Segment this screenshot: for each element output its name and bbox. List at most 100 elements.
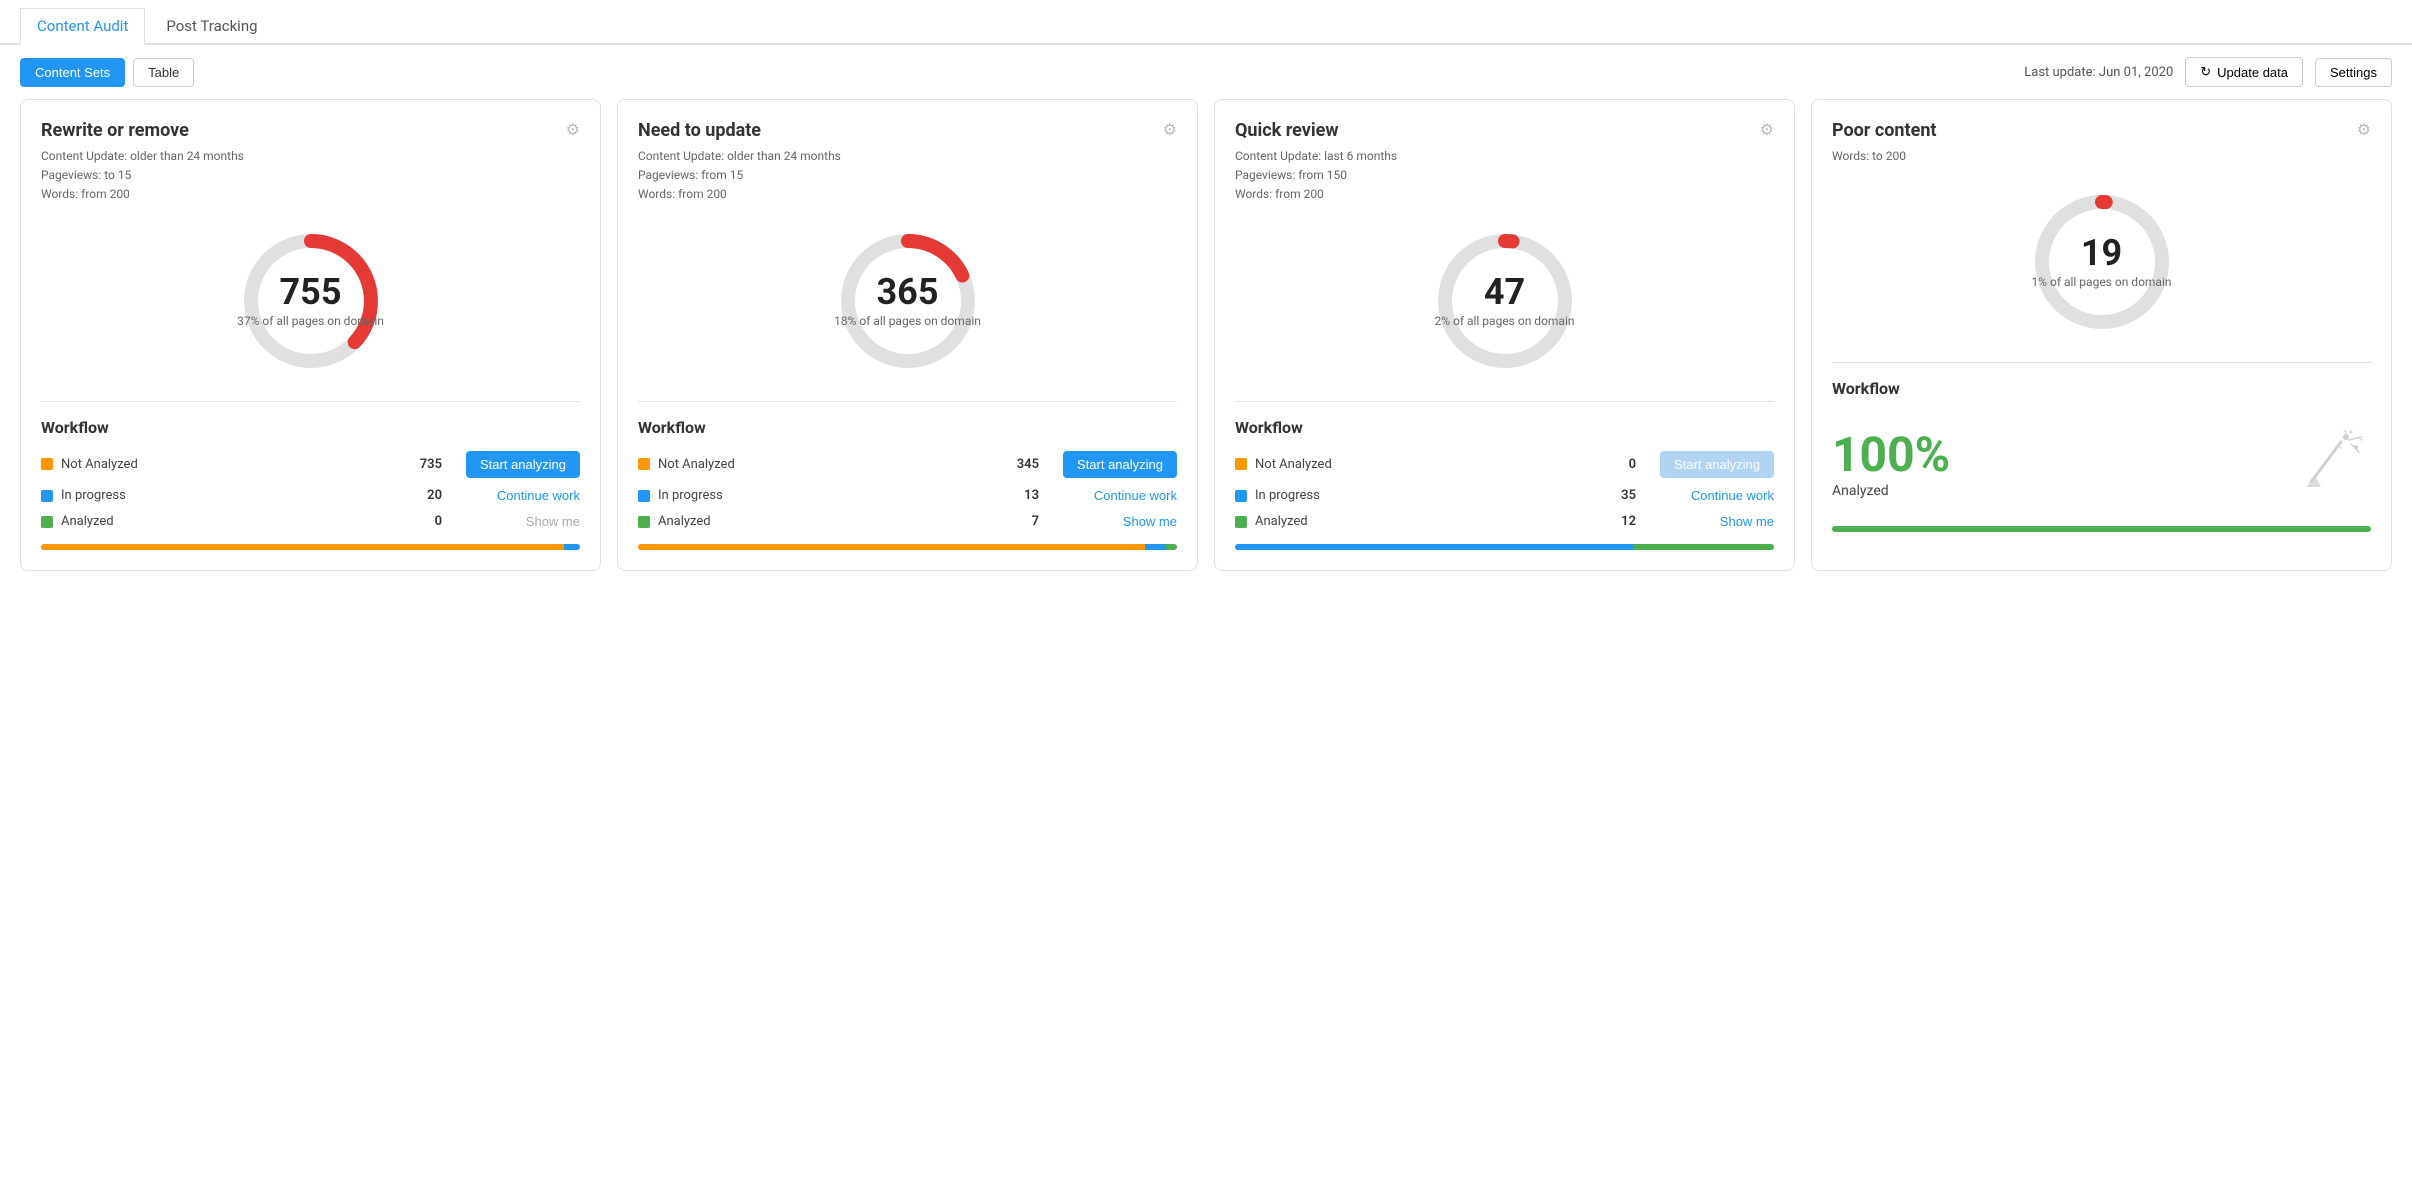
card-meta: Content Update: older than 24 monthsPage… <box>41 147 580 205</box>
workflow-row-in-progress: In progress 20 Continue work <box>41 488 580 504</box>
progress-bar <box>1832 526 2371 532</box>
progress-bar <box>1235 544 1774 550</box>
in-progress-count: 35 <box>1596 488 1636 503</box>
workflow-row-analyzed: Analyzed 7 Show me <box>638 514 1177 530</box>
card-title: Poor content <box>1832 120 1937 141</box>
progress-segment-1 <box>1145 544 1167 550</box>
workflow-row-not-analyzed: Not Analyzed 0 Start analyzing <box>1235 451 1774 478</box>
not-analyzed-label: Not Analyzed <box>658 457 991 472</box>
workflow-row-not-analyzed: Not Analyzed 345 Start analyzing <box>638 451 1177 478</box>
analyzed-100-percent: 100%Analyzed <box>1832 426 1950 499</box>
show-me-button: Show me <box>526 514 580 529</box>
start-analyzing-button[interactable]: Start analyzing <box>466 451 580 478</box>
progress-segment-0 <box>638 544 1145 550</box>
gear-icon[interactable]: ⚙ <box>2357 120 2371 139</box>
update-data-button[interactable]: ↻ Update data <box>2185 57 2303 87</box>
workflow-title: Workflow <box>41 418 580 437</box>
in-progress-dot <box>41 490 53 502</box>
analyzed-dot <box>1235 516 1247 528</box>
analyzed-label: Analyzed <box>61 514 394 529</box>
not-analyzed-label: Not Analyzed <box>61 457 394 472</box>
analyzed-label: Analyzed <box>658 514 991 529</box>
gear-icon[interactable]: ⚙ <box>1163 120 1177 139</box>
workflow-row-not-analyzed: Not Analyzed 735 Start analyzing <box>41 451 580 478</box>
toolbar-right: Last update: Jun 01, 2020 ↻ Update data … <box>2024 57 2392 87</box>
analyzed-count: 7 <box>999 514 1039 529</box>
progress-segment-1 <box>564 544 580 550</box>
show-me-button[interactable]: Show me <box>1720 514 1774 529</box>
analyzed-label: Analyzed <box>1832 483 1950 499</box>
progress-segment-0 <box>41 544 564 550</box>
last-update-label: Last update: Jun 01, 2020 <box>2024 65 2173 80</box>
refresh-icon: ↻ <box>2200 64 2211 80</box>
analyzed-100-container: 100%Analyzed + + + <box>1832 412 2371 512</box>
show-me-button[interactable]: Show me <box>1123 514 1177 529</box>
workflow-title: Workflow <box>1832 379 2371 398</box>
card-poor-content: Poor content ⚙ Words: to 200 191% of all pa… <box>1811 99 2392 571</box>
analyzed-label: Analyzed <box>1255 514 1588 529</box>
content-sets-button[interactable]: Content Sets <box>20 58 125 87</box>
not-analyzed-dot <box>638 458 650 470</box>
in-progress-label: In progress <box>1255 488 1588 503</box>
workflow-row-analyzed: Analyzed 12 Show me <box>1235 514 1774 530</box>
workflow-row-in-progress: In progress 13 Continue work <box>638 488 1177 504</box>
continue-work-button[interactable]: Continue work <box>1691 488 1774 503</box>
not-analyzed-dot <box>41 458 53 470</box>
donut-chart: 75537% of all pages on domain <box>41 221 580 381</box>
card-rewrite-or-remove: Rewrite or remove ⚙ Content Update: older … <box>20 99 601 571</box>
svg-text:+: + <box>2343 427 2348 436</box>
table-button[interactable]: Table <box>133 58 194 87</box>
tab-post-tracking[interactable]: Post Tracking <box>149 8 274 43</box>
start-analyzing-button: Start analyzing <box>1660 451 1774 478</box>
in-progress-count: 13 <box>999 488 1039 503</box>
toolbar: Content Sets Table Last update: Jun 01, … <box>0 45 2412 99</box>
not-analyzed-label: Not Analyzed <box>1255 457 1588 472</box>
donut-chart: 36518% of all pages on domain <box>638 221 1177 381</box>
party-popper-icon: + + + <box>2301 422 2371 502</box>
in-progress-label: In progress <box>61 488 394 503</box>
progress-in-progress <box>1235 544 1634 550</box>
svg-text:+: + <box>2339 445 2343 452</box>
not-analyzed-count: 0 <box>1596 457 1636 472</box>
in-progress-dot <box>638 490 650 502</box>
not-analyzed-dot <box>1235 458 1247 470</box>
not-analyzed-count: 735 <box>402 457 442 472</box>
progress-analyzed <box>1634 544 1774 550</box>
card-meta: Words: to 200 <box>1832 147 2371 166</box>
analyzed-count: 12 <box>1596 514 1636 529</box>
analyzed-dot <box>638 516 650 528</box>
workflow-row-in-progress: In progress 35 Continue work <box>1235 488 1774 504</box>
analyzed-dot <box>41 516 53 528</box>
card-title: Quick review <box>1235 120 1339 141</box>
card-meta: Content Update: last 6 monthsPageviews: … <box>1235 147 1774 205</box>
top-tabs: Content Audit Post Tracking <box>0 0 2412 45</box>
continue-work-button[interactable]: Continue work <box>1094 488 1177 503</box>
cards-grid: Rewrite or remove ⚙ Content Update: older … <box>0 99 2412 591</box>
donut-chart: 472% of all pages on domain <box>1235 221 1774 381</box>
workflow-title: Workflow <box>1235 418 1774 437</box>
card-meta: Content Update: older than 24 monthsPage… <box>638 147 1177 205</box>
analyzed-count: 0 <box>402 514 442 529</box>
gear-icon[interactable]: ⚙ <box>566 120 580 139</box>
workflow-title: Workflow <box>638 418 1177 437</box>
settings-button[interactable]: Settings <box>2315 58 2392 87</box>
start-analyzing-button[interactable]: Start analyzing <box>1063 451 1177 478</box>
progress-segment-2 <box>1166 544 1177 550</box>
donut-chart: 191% of all pages on domain <box>1832 182 2371 342</box>
continue-work-button[interactable]: Continue work <box>497 488 580 503</box>
card-need-to-update: Need to update ⚙ Content Update: older tha… <box>617 99 1198 571</box>
in-progress-count: 20 <box>402 488 442 503</box>
workflow-row-analyzed: Analyzed 0 Show me <box>41 514 580 530</box>
not-analyzed-count: 345 <box>999 457 1039 472</box>
progress-bar <box>638 544 1177 550</box>
card-title: Need to update <box>638 120 761 141</box>
progress-segment-0 <box>1832 526 2371 532</box>
gear-icon[interactable]: ⚙ <box>1760 120 1774 139</box>
card-quick-review: Quick review ⚙ Content Update: last 6 mont… <box>1214 99 1795 571</box>
in-progress-label: In progress <box>658 488 991 503</box>
progress-bar <box>41 544 580 550</box>
svg-text:+: + <box>2359 435 2364 444</box>
card-title: Rewrite or remove <box>41 120 189 141</box>
tab-content-audit[interactable]: Content Audit <box>20 8 145 45</box>
in-progress-dot <box>1235 490 1247 502</box>
